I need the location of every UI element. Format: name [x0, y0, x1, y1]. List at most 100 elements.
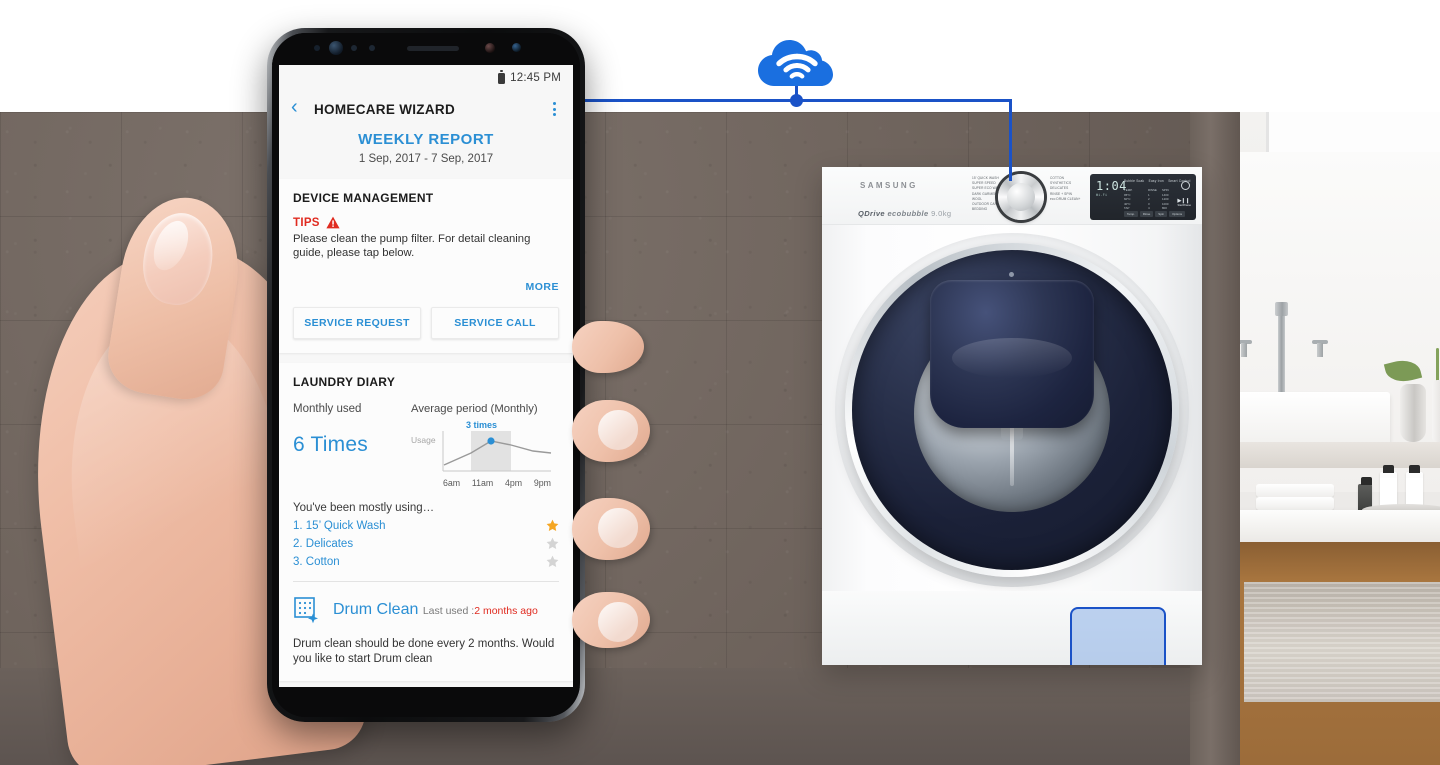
cycle-option[interactable]: eco DRUM CLEAN+ — [1050, 197, 1080, 202]
tips-text: Please clean the pump filter. For detail… — [293, 233, 531, 259]
phone-bottom-bezel — [272, 687, 580, 717]
report-title: WEEKLY REPORT — [358, 131, 494, 148]
divider — [293, 581, 559, 582]
control-panel: 15' QUICK WASH SUPER SPEED SUPER ECO WAS… — [972, 171, 1198, 223]
report-date-range: 1 Sep, 2017 - 7 Sep, 2017 — [358, 153, 494, 165]
display-rinse-column: RINSE 1 2 3 4 — [1148, 188, 1157, 211]
report-header: WEEKLY REPORT 1 Sep, 2017 - 7 Sep, 2017 — [279, 127, 573, 179]
sensor-icon — [351, 45, 357, 51]
kebab-menu-icon[interactable] — [547, 102, 561, 116]
fingernail — [598, 508, 638, 548]
display-spin-column: SPIN 1400 1200 1000 800 — [1162, 188, 1169, 211]
cycle-option[interactable]: BEDDING — [972, 207, 1003, 212]
service-button-row: SERVICE REQUEST SERVICE CALL — [293, 307, 559, 339]
usage-chart: Usage 3 times — [411, 420, 553, 477]
cycle-list-right: COTTON SYNTHETICS DELICATES RINSE + SPIN… — [1050, 176, 1080, 202]
list-item[interactable]: 1. 15’ Quick Wash — [293, 519, 559, 532]
display-wifi-label: Wi-Fi — [1096, 193, 1108, 197]
vanity-shelf — [1240, 510, 1440, 542]
display-temp-column: TEMP. 95°C 60°C 40°C TAP — [1124, 188, 1132, 211]
device-management-card: DEVICE MANAGEMENT TIPS Please clean the … — [279, 179, 573, 353]
chart-xtick: 4pm — [504, 478, 523, 488]
chart-peak-annotation: 3 times — [466, 420, 498, 430]
plant-grass — [1436, 348, 1439, 384]
monthly-used-block: Monthly used 6 Times — [293, 403, 411, 488]
qdrive-label: QDrive — [858, 209, 885, 218]
feature-bubble-soak[interactable]: Bubble Soak — [1124, 179, 1144, 183]
monthly-used-value: 6 Times — [293, 433, 368, 456]
drum-clean-body: Drum clean should be done every 2 months… — [293, 638, 555, 665]
fingernail — [598, 602, 638, 642]
start-pause-label: Start/Pause — [1177, 204, 1191, 207]
sink-basin — [1240, 392, 1390, 444]
feature-easy-iron[interactable]: Easy Iron — [1149, 179, 1164, 183]
usage-item-label: 3. Cotton — [293, 555, 340, 568]
list-item[interactable]: 2. Delicates — [293, 537, 559, 550]
phone-body: 12:45 PM ‹ HOMECARE WIZARD WEEKLY REPORT… — [272, 33, 580, 717]
drum-clean-last-used: Last used :2 months ago — [423, 605, 538, 617]
ecobubble-label: ecobubble — [887, 209, 929, 218]
folded-towel — [1256, 484, 1334, 497]
washer-control-deck: SAMSUNG QDrive ecobubble 9.0kg 15' QUICK… — [822, 167, 1202, 225]
page-title: HOMECARE WIZARD — [314, 101, 455, 117]
star-outline-icon[interactable] — [546, 537, 559, 550]
fingernail — [598, 410, 638, 450]
iris-scanner-icon — [329, 41, 343, 55]
faucet-icon — [1275, 302, 1288, 398]
service-call-button[interactable]: SERVICE CALL — [431, 307, 559, 339]
star-outline-icon[interactable] — [546, 555, 559, 568]
usage-item-label: 1. 15’ Quick Wash — [293, 519, 386, 532]
faucet-handle-left — [1240, 340, 1252, 357]
connector-node-dot — [790, 94, 803, 107]
addwash-door[interactable] — [930, 280, 1094, 428]
sensor-icon — [314, 45, 320, 51]
start-pause-button[interactable]: ▶❙❙ Start/Pause — [1177, 198, 1191, 207]
warning-triangle-icon — [326, 216, 340, 229]
display-button-row: Temp. Rinse Spin Options — [1124, 211, 1186, 217]
drum-clean-icon — [293, 595, 323, 625]
vase-two — [1432, 380, 1440, 442]
tips-label: TIPS — [293, 216, 320, 229]
rinse-button[interactable]: Rinse — [1139, 211, 1154, 217]
monthly-used-label: Monthly used — [293, 403, 362, 415]
spin-header: SPIN — [1162, 188, 1169, 192]
cycle-dial[interactable] — [998, 174, 1044, 220]
samsung-logo: SAMSUNG — [860, 181, 918, 190]
door-sensor-dot — [1009, 272, 1014, 277]
tips-row: TIPS — [293, 216, 559, 229]
app-bar: ‹ HOMECARE WIZARD — [279, 91, 573, 127]
device-management-title: DEVICE MANAGEMENT — [293, 191, 434, 205]
star-filled-icon[interactable] — [546, 519, 559, 532]
service-request-button[interactable]: SERVICE REQUEST — [293, 307, 421, 339]
last-used-value: 2 months ago — [474, 605, 538, 617]
last-used-label: Last used : — [422, 605, 475, 617]
back-chevron-icon[interactable]: ‹ — [291, 97, 307, 117]
more-link[interactable]: MORE — [526, 281, 560, 293]
laundry-diary-card: LAUNDRY DIARY Monthly used 6 Times Avera… — [279, 363, 573, 681]
cloud-wifi-icon — [757, 32, 837, 90]
options-button[interactable]: Options — [1169, 211, 1186, 217]
chart-xtick: 11am — [471, 478, 494, 488]
list-item[interactable]: 3. Cotton — [293, 555, 559, 568]
vase-one — [1400, 384, 1426, 442]
mostly-using-label: You've been mostly using… — [293, 502, 435, 514]
drum-clean-title: Drum Clean — [333, 601, 419, 618]
sensor-icon — [369, 45, 375, 51]
temp-button[interactable]: Temp. — [1124, 211, 1138, 217]
more-row: MORE — [293, 277, 559, 295]
washer-display: 1:04 Wi-Fi Bubble Soak Easy Iron Smart C… — [1090, 174, 1196, 220]
drum-clean-header[interactable]: Drum Clean Last used :2 months ago — [293, 595, 559, 625]
drum-clean-text-block: Drum Clean Last used :2 months ago — [333, 601, 538, 619]
usage-item-label: 2. Delicates — [293, 537, 354, 550]
washer-door[interactable] — [852, 250, 1172, 570]
power-icon[interactable] — [1181, 181, 1190, 190]
status-clock: 12:45 PM — [510, 72, 561, 84]
display-time: 1:04 Wi-Fi — [1096, 179, 1127, 197]
usage-chart-block: Average period (Monthly) Usage 3 times 6… — [411, 403, 559, 488]
selection-highlight — [1070, 607, 1166, 665]
proximity-sensor-icon — [512, 43, 521, 52]
front-camera-icon — [485, 43, 495, 53]
laundry-diary-title: LAUNDRY DIARY — [293, 375, 396, 389]
bathroom-vanity — [1240, 112, 1440, 765]
spin-button[interactable]: Spin — [1155, 211, 1168, 217]
